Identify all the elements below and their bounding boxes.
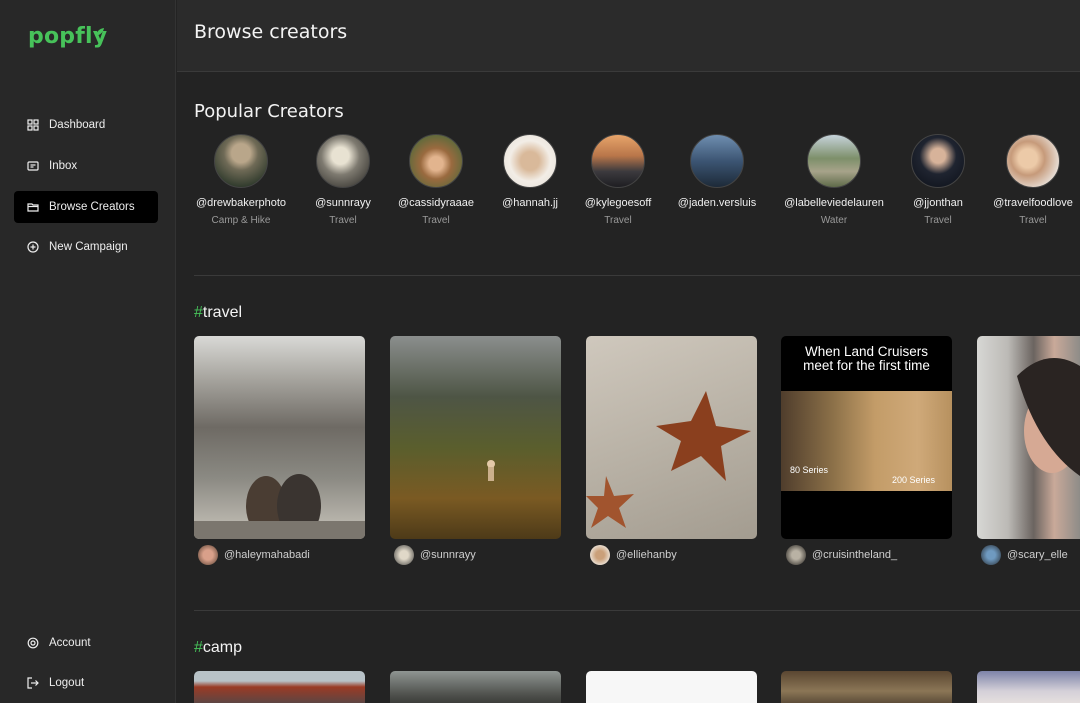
video-card[interactable] — [586, 671, 757, 703]
video-card[interactable] — [781, 671, 952, 703]
creator-handle: @drewbakerphoto — [195, 197, 287, 209]
meme-caption-right: 200 Series — [892, 475, 936, 485]
page-title: Browse creators — [194, 21, 348, 43]
video-card[interactable] — [194, 336, 365, 539]
creator-item[interactable]: @labelleviedelauren Water — [779, 134, 889, 226]
card-username: @haleymahabadi — [224, 549, 310, 561]
creator-category: Travel — [1019, 215, 1047, 226]
sidebar-item-browse-creators[interactable]: Browse Creators — [14, 191, 158, 223]
sidebar: popfly Dashboard Inbox Browse Creators N… — [0, 0, 176, 703]
avatar — [591, 134, 645, 188]
sidebar-item-label: Dashboard — [49, 119, 106, 131]
sidebar-item-inbox[interactable]: Inbox — [14, 150, 158, 182]
video-card[interactable]: When Land Cruisers meet for the first ti… — [781, 336, 952, 539]
card-thumbnail — [194, 474, 365, 539]
card-thumbnail — [1017, 358, 1080, 476]
video-card[interactable] — [390, 671, 561, 703]
avatar — [503, 134, 557, 188]
avatar — [786, 545, 806, 565]
video-card[interactable] — [977, 336, 1080, 539]
avatar — [690, 134, 744, 188]
avatar — [981, 545, 1001, 565]
video-card[interactable] — [194, 671, 365, 703]
creator-handle: @kylegoesoff — [584, 197, 652, 209]
creator-category: Camp & Hike — [211, 215, 271, 226]
avatar — [1006, 134, 1060, 188]
grid-icon — [27, 119, 39, 131]
card-user[interactable]: @cruisintheland_ — [786, 545, 897, 565]
avatar — [394, 545, 414, 565]
meme-caption-left: 80 Series — [790, 465, 829, 475]
video-card[interactable] — [977, 671, 1080, 703]
card-user[interactable]: @haleymahabadi — [198, 545, 310, 565]
card-username: @elliehanby — [616, 549, 677, 561]
creator-handle: @labelleviedelauren — [784, 197, 884, 209]
sidebar-item-label: Account — [49, 637, 91, 649]
avatar — [911, 134, 965, 188]
sidebar-item-logout[interactable]: Logout — [14, 667, 158, 699]
sidebar-item-label: Browse Creators — [49, 201, 135, 213]
avatar — [198, 545, 218, 565]
divider — [194, 275, 1080, 276]
sidebar-item-new-campaign[interactable]: New Campaign — [14, 231, 158, 263]
popular-creators-title: Popular Creators — [194, 101, 344, 122]
tag-title-travel: #travel — [194, 304, 242, 322]
card-user[interactable]: @sunnrayy — [394, 545, 476, 565]
avatar — [590, 545, 610, 565]
card-user[interactable]: @scary_elle — [981, 545, 1068, 565]
creator-item[interactable]: @kylegoesoff Travel — [563, 134, 673, 226]
app-root: popfly Dashboard Inbox Browse Creators N… — [0, 0, 1080, 703]
creator-handle: @jjonthan — [913, 197, 963, 209]
sidebar-item-label: New Campaign — [49, 241, 128, 253]
creator-handle: @travelfoodlove — [993, 197, 1073, 209]
settings-icon — [27, 637, 39, 649]
tag-name: camp — [202, 639, 243, 656]
creator-item[interactable]: @jjonthan Travel — [883, 134, 993, 226]
sidebar-item-account[interactable]: Account — [14, 627, 158, 659]
hash-symbol: # — [194, 639, 203, 656]
creator-category: Travel — [924, 215, 952, 226]
creator-category: Travel — [604, 215, 632, 226]
avatar — [214, 134, 268, 188]
leaf-icon — [96, 28, 104, 36]
logout-icon — [27, 677, 39, 689]
creator-item[interactable]: @drewbakerphoto Camp & Hike — [186, 134, 296, 226]
card-username: @sunnrayy — [420, 549, 476, 561]
hash-symbol: # — [194, 304, 203, 321]
sidebar-item-dashboard[interactable]: Dashboard — [14, 109, 158, 141]
tag-name: travel — [202, 304, 243, 321]
tag-title-camp: #camp — [194, 639, 242, 657]
avatar — [807, 134, 861, 188]
sidebar-item-label: Inbox — [49, 160, 78, 172]
divider — [194, 610, 1080, 611]
video-card[interactable] — [586, 336, 757, 539]
card-username: @cruisintheland_ — [812, 549, 898, 561]
card-username: @scary_elle — [1007, 549, 1068, 561]
sidebar-item-label: Logout — [49, 677, 85, 689]
meme-title: When Land Cruisers meet for the first ti… — [803, 344, 930, 373]
plus-circle-icon — [27, 241, 39, 253]
creator-category: Water — [820, 215, 848, 226]
video-card[interactable] — [390, 336, 561, 539]
creator-item[interactable]: @jaden.versluis — [662, 134, 772, 215]
inbox-icon — [27, 160, 39, 172]
creator-handle: @jaden.versluis — [677, 197, 757, 209]
card-user[interactable]: @elliehanby — [590, 545, 677, 565]
card-thumbnail — [586, 391, 751, 528]
creator-category: Travel — [422, 215, 450, 226]
card-thumbnail — [487, 460, 495, 481]
page-header: Browse creators — [177, 0, 1080, 72]
creator-item[interactable]: @travelfoodlove Travel — [978, 134, 1080, 226]
avatar — [409, 134, 463, 188]
folder-icon — [27, 201, 39, 213]
avatar — [316, 134, 370, 188]
